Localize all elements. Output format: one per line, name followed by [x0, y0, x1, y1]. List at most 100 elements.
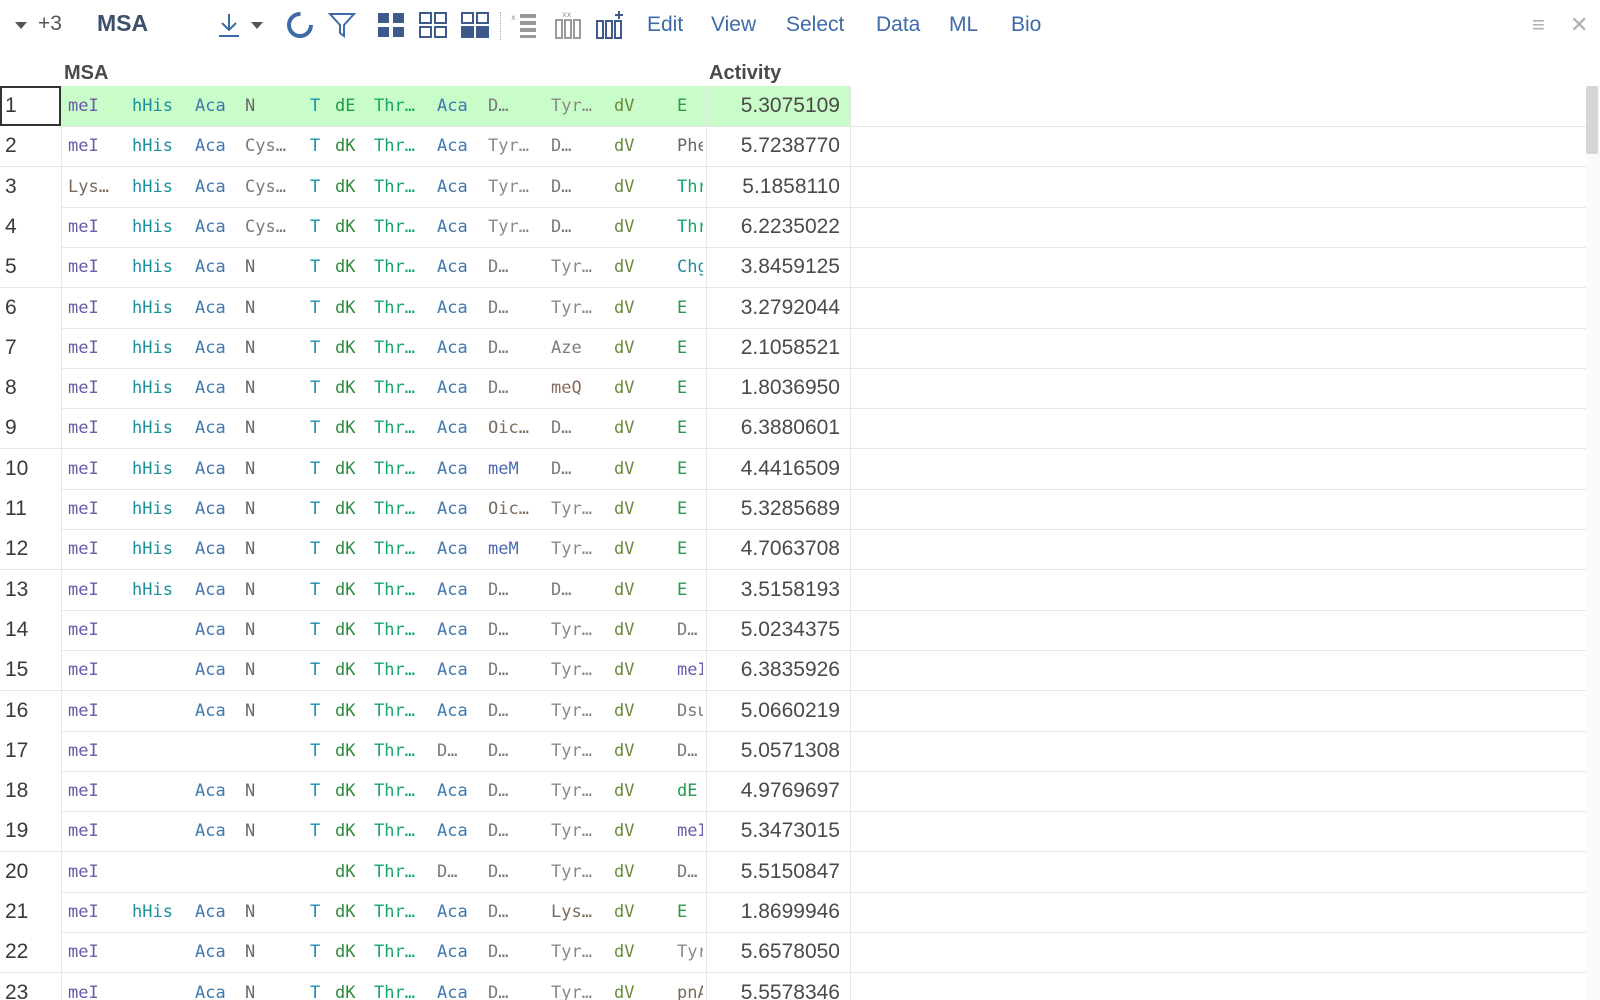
- monomer-cell[interactable]: hHis: [132, 328, 192, 368]
- monomer-cell[interactable]: D…: [551, 449, 609, 489]
- monomer-cell[interactable]: hHis: [132, 449, 192, 489]
- monomer-cell[interactable]: Thr…: [374, 852, 432, 892]
- table-row[interactable]: 6 meI hHis Aca N TdK Thr… Aca D… Tyr… dV E 3.2792044: [0, 287, 1586, 329]
- table-row[interactable]: 23 meI Aca N TdK Thr… Aca D… Tyr… dV pnA 5.5578346: [0, 972, 1586, 1000]
- monomer-cell[interactable]: hHis: [132, 207, 192, 247]
- row-number[interactable]: 5: [0, 247, 61, 288]
- monomer-cell[interactable]: Thr…: [374, 86, 432, 126]
- filter-icon[interactable]: [325, 8, 359, 42]
- row-number[interactable]: 7: [0, 327, 61, 368]
- table-row[interactable]: 20 meI dK Thr… D… D… Tyr… dV D… 5.5150847: [0, 851, 1586, 893]
- table-row[interactable]: 4 meI hHis Aca Cys… TdK Thr… Aca Tyr… D… dV Thr 6.22…: [0, 206, 1586, 248]
- row-number[interactable]: 17: [0, 730, 61, 771]
- monomer-cell[interactable]: [245, 852, 303, 892]
- monomer-cell[interactable]: hHis: [132, 126, 192, 166]
- monomer-cell[interactable]: Aca: [437, 529, 485, 569]
- monomer-cell[interactable]: [195, 852, 243, 892]
- row-number[interactable]: 8: [0, 368, 61, 409]
- monomer-cell[interactable]: dK: [335, 691, 371, 731]
- monomer-cell[interactable]: T: [310, 207, 332, 247]
- monomer-cell[interactable]: [132, 691, 192, 731]
- activity-cell[interactable]: 5.0571308: [710, 731, 840, 771]
- table-row[interactable]: 7 meI hHis Aca N TdK Thr… Aca D… Aze dV E 2.1058521: [0, 327, 1586, 369]
- monomer-cell[interactable]: meI: [677, 650, 703, 690]
- menu-ml[interactable]: ML: [949, 13, 978, 37]
- monomer-cell[interactable]: T: [310, 368, 332, 408]
- monomer-cell[interactable]: dK: [335, 288, 371, 328]
- monomer-cell[interactable]: Thr…: [374, 368, 432, 408]
- monomer-cell[interactable]: dV: [614, 288, 658, 328]
- monomer-cell[interactable]: D…: [551, 408, 609, 448]
- monomer-cell[interactable]: [132, 811, 192, 851]
- monomer-cell[interactable]: D…: [488, 973, 546, 1000]
- table-row[interactable]: 1 meI hHis Aca N TdE Thr… Aca D… Tyr… dV E 5.3075109: [0, 86, 1586, 127]
- monomer-cell[interactable]: Aca: [195, 771, 243, 811]
- monomer-cell[interactable]: dK: [335, 650, 371, 690]
- monomer-cell[interactable]: Cys…: [245, 126, 303, 166]
- monomer-cell[interactable]: Aca: [195, 86, 243, 126]
- monomer-cell[interactable]: dV: [614, 852, 658, 892]
- monomer-cell[interactable]: [132, 731, 192, 771]
- monomer-cell[interactable]: Thr…: [374, 811, 432, 851]
- menu-view[interactable]: View: [711, 13, 756, 37]
- table-row[interactable]: 14 meI Aca N TdK Thr… Aca D… Tyr… dV D… 5.0234375: [0, 609, 1586, 651]
- monomer-cell[interactable]: T: [310, 449, 332, 489]
- monomer-cell[interactable]: [132, 610, 192, 650]
- monomer-cell[interactable]: Thr…: [374, 610, 432, 650]
- activity-cell[interactable]: 6.3880601: [710, 408, 840, 448]
- monomer-cell[interactable]: D…: [551, 570, 609, 610]
- monomer-cell[interactable]: meI: [68, 328, 126, 368]
- monomer-cell[interactable]: Tyr…: [488, 207, 546, 247]
- row-number[interactable]: 19: [0, 811, 61, 852]
- monomer-cell[interactable]: T: [310, 86, 332, 126]
- monomer-cell[interactable]: Aca: [437, 408, 485, 448]
- monomer-cell[interactable]: Tyr…: [551, 731, 609, 771]
- row-number[interactable]: 4: [0, 206, 61, 247]
- monomer-cell[interactable]: Thr…: [374, 328, 432, 368]
- monomer-cell[interactable]: D…: [551, 207, 609, 247]
- monomer-cell[interactable]: Aca: [195, 973, 243, 1000]
- monomer-cell[interactable]: Tyr…: [551, 489, 609, 529]
- monomer-cell[interactable]: Lys…: [68, 167, 126, 207]
- table-row[interactable]: 18 meI Aca N TdK Thr… Aca D… Tyr… dV dE 4.9769697: [0, 771, 1586, 813]
- monomer-cell[interactable]: Tyr…: [551, 852, 609, 892]
- monomer-cell[interactable]: Aca: [437, 811, 485, 851]
- monomer-cell[interactable]: dK: [335, 207, 371, 247]
- monomer-cell[interactable]: D…: [488, 852, 546, 892]
- monomer-cell[interactable]: T: [310, 489, 332, 529]
- monomer-cell[interactable]: dV: [614, 811, 658, 851]
- monomer-cell[interactable]: N: [245, 449, 303, 489]
- monomer-cell[interactable]: meI: [68, 207, 126, 247]
- monomer-cell[interactable]: N: [245, 408, 303, 448]
- monomer-cell[interactable]: dE: [335, 86, 371, 126]
- monomer-cell[interactable]: Tyr…: [551, 529, 609, 569]
- monomer-cell[interactable]: meI: [68, 570, 126, 610]
- monomer-cell[interactable]: Aca: [195, 449, 243, 489]
- monomer-cell[interactable]: T: [310, 570, 332, 610]
- monomer-cell[interactable]: Aca: [195, 408, 243, 448]
- monomer-cell[interactable]: Lys…: [551, 892, 609, 932]
- monomer-cell[interactable]: Thr…: [374, 408, 432, 448]
- row-number[interactable]: 21: [0, 892, 61, 932]
- table-row[interactable]: 21 meI hHis Aca N TdK Thr… Aca D… Lys… dV E 1.869994…: [0, 892, 1586, 933]
- monomer-cell[interactable]: dV: [614, 650, 658, 690]
- monomer-cell[interactable]: T: [310, 328, 332, 368]
- monomer-cell[interactable]: Aca: [195, 328, 243, 368]
- monomer-cell[interactable]: Tyr…: [551, 811, 609, 851]
- table-row[interactable]: 16 meI Aca N TdK Thr… Aca D… Tyr… dV Dsu 5.0660219: [0, 690, 1586, 732]
- monomer-cell[interactable]: N: [245, 932, 303, 972]
- monomer-cell[interactable]: T: [310, 650, 332, 690]
- monomer-cell[interactable]: meI: [68, 247, 126, 287]
- monomer-cell[interactable]: dK: [335, 247, 371, 287]
- activity-cell[interactable]: 5.3473015: [710, 811, 840, 851]
- monomer-cell[interactable]: Aca: [195, 288, 243, 328]
- monomer-cell[interactable]: Tyr…: [551, 932, 609, 972]
- monomer-cell[interactable]: dK: [335, 731, 371, 771]
- row-number[interactable]: 13: [0, 569, 61, 610]
- monomer-cell[interactable]: Aca: [195, 570, 243, 610]
- monomer-cell[interactable]: D…: [488, 328, 546, 368]
- monomer-cell[interactable]: meI: [68, 126, 126, 166]
- monomer-cell[interactable]: Tyr…: [551, 973, 609, 1000]
- monomer-cell[interactable]: Aca: [437, 328, 485, 368]
- monomer-cell[interactable]: [132, 973, 192, 1000]
